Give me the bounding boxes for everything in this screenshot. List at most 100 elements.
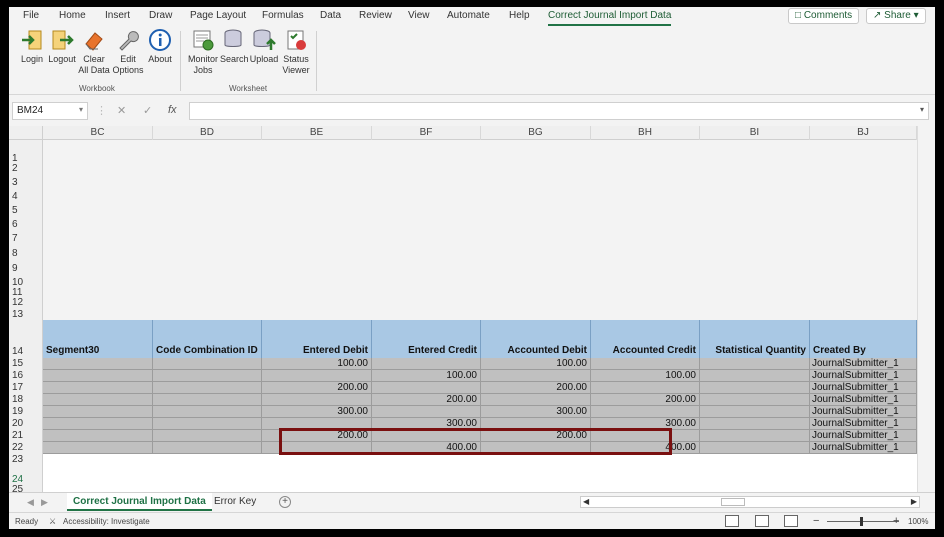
zoom-slider[interactable] (827, 521, 899, 522)
row-header[interactable]: 20 (12, 419, 30, 429)
tab-review[interactable]: Review (359, 10, 392, 21)
blank-rows-below[interactable] (43, 454, 917, 492)
column-header[interactable]: BH (591, 126, 700, 140)
add-sheet-icon[interactable]: + (279, 496, 291, 508)
row-header[interactable]: 22 (12, 443, 30, 453)
scroll-left-arrow-icon[interactable]: ◀ (583, 497, 589, 506)
column-header[interactable]: BE (262, 126, 372, 140)
enter-icon[interactable]: ✓ (143, 104, 152, 117)
cell-accounted-credit[interactable]: 200.00 (591, 394, 700, 406)
row-header[interactable]: 12 (12, 298, 30, 308)
cell-code-combination-id[interactable] (153, 382, 262, 394)
cell-created-by[interactable]: JournalSubmitter_1 (810, 370, 917, 382)
cell-created-by[interactable]: JournalSubmitter_1 (810, 382, 917, 394)
tab-page-layout[interactable]: Page Layout (190, 10, 246, 21)
row-header[interactable]: 2 (12, 164, 30, 174)
row-header[interactable]: 13 (12, 310, 30, 320)
cell-segment30[interactable] (43, 406, 153, 418)
tab-insert[interactable]: Insert (105, 10, 130, 21)
column-header[interactable]: BF (372, 126, 481, 140)
zoom-out-icon[interactable]: − (813, 515, 819, 527)
cell-created-by[interactable]: JournalSubmitter_1 (810, 394, 917, 406)
row-header[interactable]: 6 (12, 220, 30, 230)
row-header[interactable]: 9 (12, 264, 30, 274)
row-header[interactable]: 17 (12, 383, 30, 393)
header-created-by[interactable]: Created By (810, 320, 917, 358)
cell-created-by[interactable]: JournalSubmitter_1 (810, 358, 917, 370)
cell-statistical-quantity[interactable] (700, 418, 810, 430)
search-button[interactable]: Search (220, 28, 249, 65)
row-header[interactable]: 3 (12, 178, 30, 188)
sheet-tab-correct-journal-import-data[interactable]: Correct Journal Import Data (67, 493, 212, 511)
vertical-scrollbar[interactable] (917, 126, 935, 492)
name-box[interactable]: BM24 ▾ (12, 102, 88, 120)
normal-view-icon[interactable] (725, 515, 739, 527)
cell-statistical-quantity[interactable] (700, 442, 810, 454)
cancel-icon[interactable]: ✕ (117, 104, 126, 117)
cell-entered-debit[interactable]: 300.00 (262, 406, 372, 418)
row-header[interactable]: 18 (12, 395, 30, 405)
scroll-right-arrow-icon[interactable]: ▶ (911, 497, 917, 506)
cell-entered-debit[interactable] (262, 370, 372, 382)
cell-entered-credit[interactable] (372, 406, 481, 418)
upload-button[interactable]: Upload (249, 28, 279, 65)
cell-segment30[interactable] (43, 418, 153, 430)
cell-entered-debit[interactable]: 200.00 (262, 382, 372, 394)
page-break-view-icon[interactable] (784, 515, 798, 527)
tab-automate[interactable]: Automate (447, 10, 490, 21)
cell-code-combination-id[interactable] (153, 442, 262, 454)
cell-segment30[interactable] (43, 370, 153, 382)
tab-data[interactable]: Data (320, 10, 341, 21)
accessibility-status[interactable]: Accessibility: Investigate (63, 517, 150, 526)
cell-statistical-quantity[interactable] (700, 358, 810, 370)
cell-entered-credit[interactable] (372, 358, 481, 370)
row-header[interactable]: 14 (12, 347, 30, 357)
expand-formula-icon[interactable]: ▾ (920, 105, 924, 114)
tab-draw[interactable]: Draw (149, 10, 172, 21)
tab-correct-journal-import-data[interactable]: Correct Journal Import Data (548, 10, 672, 26)
insert-function-icon[interactable]: fx (168, 104, 177, 116)
sheet-tab-error-key[interactable]: Error Key (208, 493, 262, 511)
page-layout-view-icon[interactable] (755, 515, 769, 527)
column-header[interactable]: BD (153, 126, 262, 140)
header-accounted-debit[interactable]: Accounted Debit (481, 320, 591, 358)
row-header[interactable]: 7 (12, 234, 30, 244)
cell-entered-credit[interactable]: 100.00 (372, 370, 481, 382)
column-header[interactable]: BC (43, 126, 153, 140)
row-header[interactable]: 21 (12, 431, 30, 441)
tab-help[interactable]: Help (509, 10, 530, 21)
cell-created-by[interactable]: JournalSubmitter_1 (810, 406, 917, 418)
cell-accounted-debit[interactable] (481, 394, 591, 406)
cell-accounted-debit[interactable] (481, 370, 591, 382)
cell-accounted-debit[interactable]: 300.00 (481, 406, 591, 418)
cell-code-combination-id[interactable] (153, 418, 262, 430)
share-button[interactable]: ↗ Share ▾ (866, 8, 926, 24)
login-button[interactable]: Login (19, 28, 45, 65)
zoom-level[interactable]: 100% (908, 517, 928, 526)
about-button[interactable]: About (146, 28, 174, 65)
header-accounted-credit[interactable]: Accounted Credit (591, 320, 700, 358)
cell-code-combination-id[interactable] (153, 370, 262, 382)
scroll-thumb[interactable] (721, 498, 745, 506)
zoom-in-icon[interactable]: + (893, 515, 899, 527)
cell-entered-debit[interactable]: 100.00 (262, 358, 372, 370)
cell-accounted-credit[interactable]: 100.00 (591, 370, 700, 382)
column-header[interactable]: BG (481, 126, 591, 140)
cell-segment30[interactable] (43, 442, 153, 454)
header-code-combination-id[interactable]: Code Combination ID (153, 320, 262, 358)
cell-statistical-quantity[interactable] (700, 394, 810, 406)
row-header[interactable]: 4 (12, 192, 30, 202)
edit-options-button[interactable]: Edit Options (111, 28, 145, 76)
cell-segment30[interactable] (43, 394, 153, 406)
accessibility-icon[interactable]: ⚔ (49, 517, 56, 526)
logout-button[interactable]: Logout (47, 28, 77, 65)
column-header[interactable]: BI (700, 126, 810, 140)
cell-statistical-quantity[interactable] (700, 370, 810, 382)
cell-statistical-quantity[interactable] (700, 406, 810, 418)
zoom-slider-thumb[interactable] (860, 517, 863, 526)
header-statistical-quantity[interactable]: Statistical Quantity (700, 320, 810, 358)
cell-created-by[interactable]: JournalSubmitter_1 (810, 418, 917, 430)
cell-created-by[interactable]: JournalSubmitter_1 (810, 430, 917, 442)
cell-segment30[interactable] (43, 430, 153, 442)
cell-entered-credit[interactable] (372, 382, 481, 394)
